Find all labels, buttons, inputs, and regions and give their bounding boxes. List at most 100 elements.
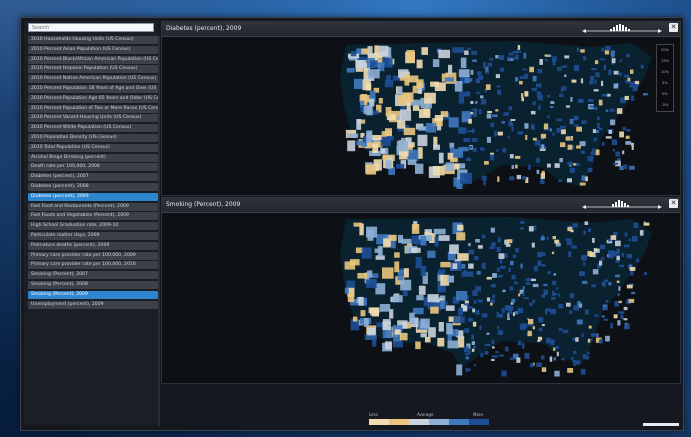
county-cell (425, 123, 437, 133)
county-cell (605, 109, 609, 112)
variable-list-item[interactable]: 2010 Percent Population of Two or More R… (28, 104, 158, 113)
county-cell (472, 345, 476, 349)
county-cell (366, 279, 377, 288)
county-cell (481, 175, 487, 181)
county-cell (582, 354, 588, 360)
variable-list-item[interactable]: 2010 Percent White Population (US Census… (28, 124, 158, 133)
county-cell (479, 109, 482, 115)
county-cell (484, 161, 489, 165)
county-cell (490, 122, 495, 128)
county-cell (576, 145, 581, 149)
county-cell (356, 119, 362, 130)
county-cell (624, 232, 628, 237)
county-cell (594, 314, 599, 317)
county-cell (481, 313, 488, 318)
variable-list-item[interactable]: 2010 Total Population (US Census) (28, 143, 158, 152)
county-cell (612, 148, 615, 152)
county-cell (579, 271, 585, 275)
county-cell (573, 305, 579, 311)
county-cell (470, 78, 473, 82)
variable-list-item[interactable]: 2010 Percent Hispanic Population (US Cen… (28, 65, 158, 74)
variable-list-item[interactable]: 2010 Percent Black/African American Popu… (28, 55, 158, 64)
county-cell (517, 307, 524, 314)
county-cell (472, 308, 476, 313)
variable-list-item[interactable]: 2010 Population Density (US Census) (28, 133, 158, 142)
county-cell (547, 271, 551, 274)
county-cell (464, 91, 471, 97)
county-cell (536, 83, 542, 88)
variable-list-item[interactable]: 2010 Percent Vacant Housing Units (US Ce… (28, 114, 158, 123)
variable-list-item[interactable]: 2010 Households Housing Units (US Census… (28, 36, 158, 44)
county-cell (444, 77, 454, 82)
variable-list-item[interactable]: Smoking (Percent), 2007 (28, 271, 158, 280)
variable-list-item[interactable]: Death rate per 100,000, 2008 (28, 163, 158, 172)
variable-list-item[interactable]: Alcohol Binge Drinking (percent) (28, 153, 158, 162)
county-cell (537, 91, 542, 98)
variable-list-item[interactable]: Primary care provider rate per 100,000, … (28, 251, 158, 260)
county-cell (511, 126, 514, 132)
county-cell (616, 280, 620, 283)
legend-swatch (389, 419, 409, 425)
county-cell (537, 260, 542, 266)
county-cell (595, 130, 599, 133)
variable-list-item[interactable]: 2010 Percent Asian Population (US Census… (28, 45, 158, 54)
histogram-slider[interactable] (582, 200, 662, 210)
close-button[interactable]: ✕ (669, 199, 678, 208)
legend-mid-label: Average (417, 412, 434, 417)
variable-list-item[interactable]: 2010 Percent Population 18 Years of Age … (28, 84, 158, 93)
county-cell (629, 165, 635, 170)
county-cell (471, 341, 475, 345)
variable-list-item[interactable]: Fast Foods and Vegetables (Percent), 200… (28, 212, 158, 221)
variable-list-item[interactable]: 2010 Percent Native American Population … (28, 75, 158, 84)
variable-list-item[interactable]: Premature deaths (percent), 2009 (28, 241, 158, 250)
variable-list-item[interactable]: 2010 Percent Population Age 65 Years and… (28, 94, 158, 103)
county-cell (554, 163, 560, 168)
variable-list-item[interactable]: Smoking (Percent), 2009 (28, 290, 158, 299)
county-cell (467, 130, 474, 133)
county-cell (616, 108, 623, 114)
county-cell (572, 223, 578, 228)
legend-high-label: More (473, 412, 483, 417)
county-cell (593, 89, 599, 92)
county-cell (556, 351, 559, 357)
county-cell (580, 78, 584, 84)
variable-list-item[interactable]: Diabetes (percent), 2009 (28, 192, 158, 201)
choropleth-map[interactable] (162, 213, 680, 383)
sidebar-scrollbar[interactable] (158, 36, 160, 426)
county-cell (468, 263, 474, 269)
county-cell (463, 303, 470, 306)
county-cell (448, 117, 459, 128)
variable-list-item[interactable]: Particulate matter days, 2009 (28, 231, 158, 240)
county-cell (361, 48, 369, 55)
county-cell (511, 274, 516, 280)
county-cell (581, 254, 587, 261)
county-cell (492, 273, 497, 278)
variable-list-item[interactable]: Diabetes (percent), 2008 (28, 182, 158, 191)
county-cell (553, 357, 556, 361)
close-button[interactable]: ✕ (669, 23, 678, 32)
county-cell (457, 336, 465, 348)
county-cell (624, 323, 630, 330)
county-cell (547, 94, 551, 98)
variable-list-item[interactable]: Primary care provider rate per 100,000, … (28, 261, 158, 270)
variable-list-item[interactable]: Fast Food and Restaurants (Percent), 200… (28, 202, 158, 211)
county-cell (394, 261, 400, 273)
variable-list-item[interactable]: Unemployment (percent), 2009 (28, 300, 158, 309)
county-cell (529, 66, 534, 73)
county-cell (581, 175, 586, 181)
search-input[interactable] (28, 23, 154, 32)
variable-list-item[interactable]: Smoking (Percent), 2008 (28, 280, 158, 289)
county-cell (512, 312, 515, 317)
choropleth-map[interactable] (162, 37, 680, 195)
histogram-slider[interactable] (582, 24, 662, 34)
county-cell (619, 59, 623, 62)
county-cell (367, 327, 376, 336)
county-cell (552, 59, 556, 66)
county-cell (385, 160, 392, 169)
county-cell (486, 276, 492, 280)
variable-list-item[interactable]: High School Graduation rate, 2009-10 (28, 222, 158, 231)
county-cell (483, 62, 486, 69)
county-cell (611, 55, 615, 58)
county-cell (437, 269, 446, 275)
variable-list-item[interactable]: Diabetes (percent), 2007 (28, 173, 158, 182)
